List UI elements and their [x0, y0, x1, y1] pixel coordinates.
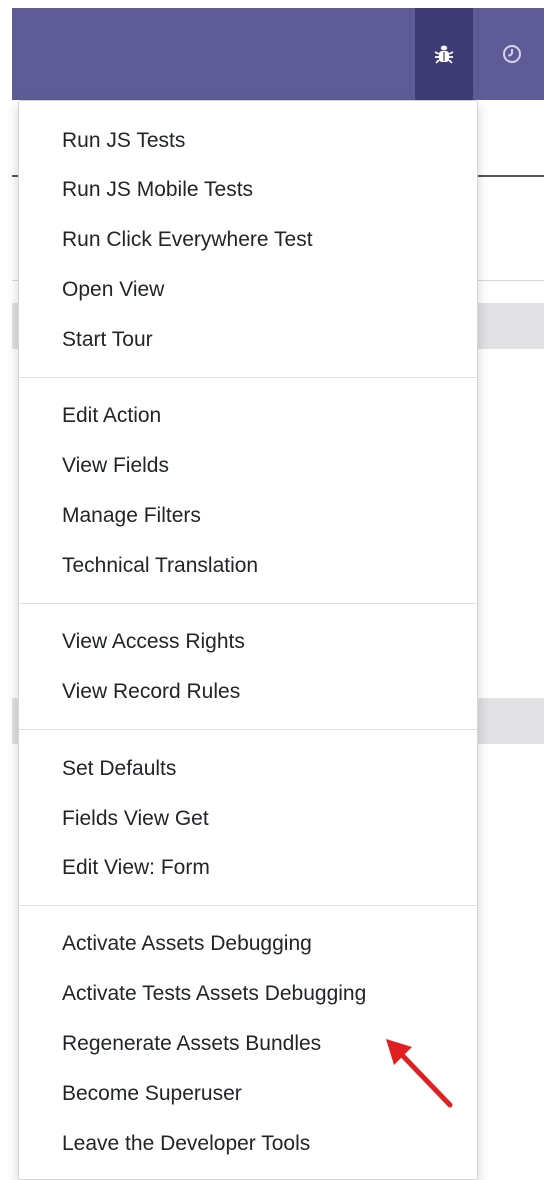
red-arrow-annotation [386, 1039, 453, 1108]
menu-item-edit-view-form[interactable]: Edit View: Form [62, 853, 210, 883]
menu-item-view-fields[interactable]: View Fields [62, 451, 169, 481]
menu-divider [19, 729, 477, 730]
menu-item-manage-filters[interactable]: Manage Filters [62, 501, 201, 531]
debug-dropdown-menu: Run JS Tests Run JS Mobile Tests Run Cli… [18, 100, 478, 1180]
menu-item-become-superuser[interactable]: Become Superuser [62, 1079, 242, 1109]
top-navbar [12, 8, 544, 100]
menu-item-run-click-everywhere-test[interactable]: Run Click Everywhere Test [62, 225, 313, 255]
menu-divider [19, 905, 477, 906]
menu-item-activate-assets-debugging[interactable]: Activate Assets Debugging [62, 929, 312, 959]
menu-item-start-tour[interactable]: Start Tour [62, 325, 153, 355]
clock-icon [503, 45, 521, 63]
menu-item-edit-action[interactable]: Edit Action [62, 401, 161, 431]
menu-divider [19, 377, 477, 378]
menu-item-fields-view-get[interactable]: Fields View Get [62, 804, 209, 834]
menu-item-view-record-rules[interactable]: View Record Rules [62, 677, 240, 707]
menu-divider [19, 603, 477, 604]
menu-item-leave-developer-tools[interactable]: Leave the Developer Tools [62, 1129, 310, 1159]
menu-item-set-defaults[interactable]: Set Defaults [62, 754, 176, 784]
menu-item-run-js-tests[interactable]: Run JS Tests [62, 126, 185, 156]
menu-item-run-js-mobile-tests[interactable]: Run JS Mobile Tests [62, 175, 253, 205]
bug-icon [434, 45, 454, 64]
debug-menu-button[interactable] [415, 8, 473, 100]
menu-item-activate-tests-assets-debugging[interactable]: Activate Tests Assets Debugging [62, 979, 366, 1009]
menu-item-open-view[interactable]: Open View [62, 275, 164, 305]
menu-item-technical-translation[interactable]: Technical Translation [62, 551, 258, 581]
menu-item-view-access-rights[interactable]: View Access Rights [62, 627, 245, 657]
left-margin [0, 0, 12, 1171]
menu-item-regenerate-assets-bundles[interactable]: Regenerate Assets Bundles [62, 1029, 321, 1059]
activity-button[interactable] [492, 8, 532, 100]
